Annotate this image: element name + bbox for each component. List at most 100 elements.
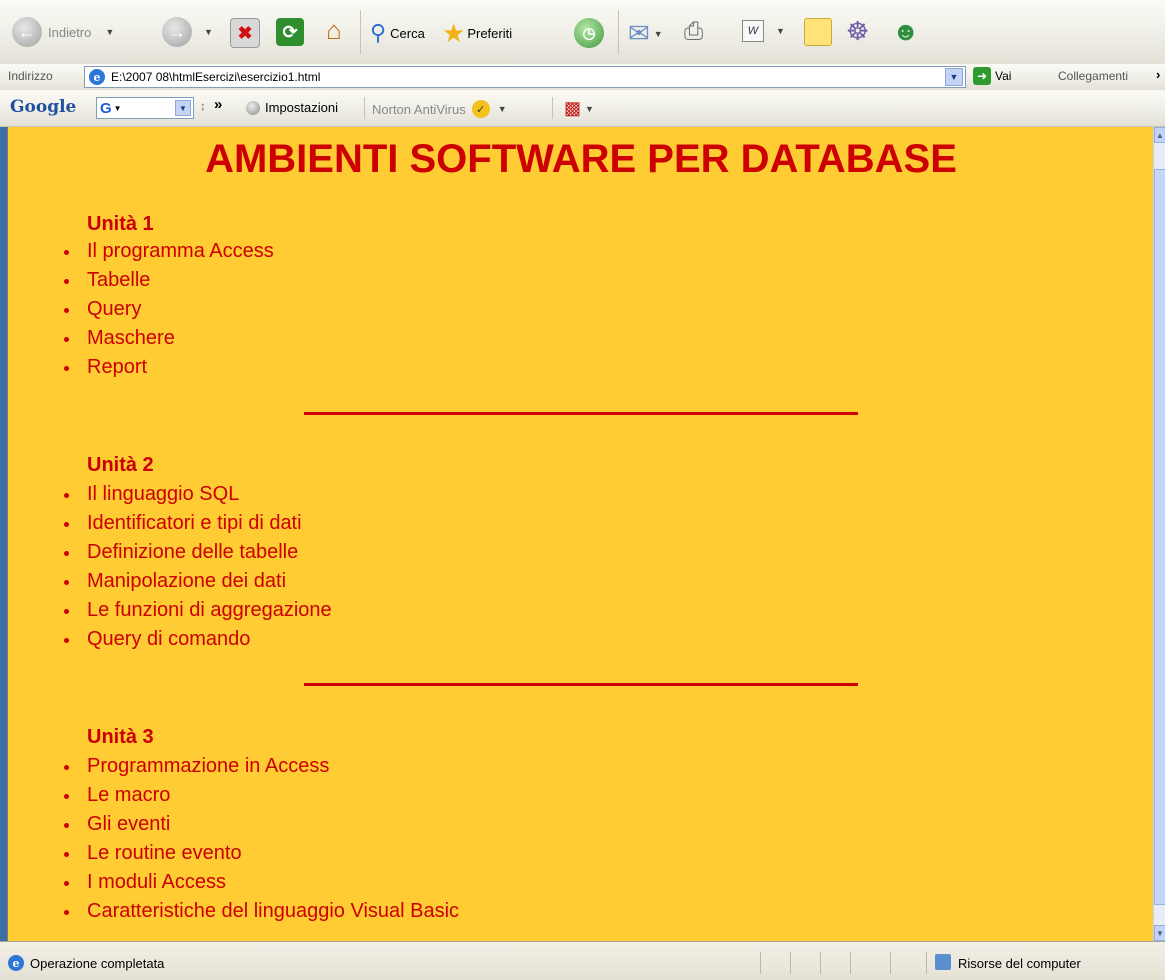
- vertical-scrollbar[interactable]: ▲ ▼: [1153, 127, 1165, 941]
- pdf-icon: ▩: [564, 98, 582, 118]
- horizontal-rule: [304, 683, 858, 686]
- mail-dropdown-icon[interactable]: ▼: [654, 29, 663, 39]
- status-bar: e Operazione completata Risorse del comp…: [0, 941, 1165, 980]
- address-toolbar: Indirizzo e E:\2007 08\htmlEsercizi\eser…: [0, 64, 1165, 91]
- list-item: I moduli Access: [64, 868, 459, 897]
- list-item: Tabelle: [64, 266, 274, 295]
- back-label: Indietro: [48, 24, 92, 40]
- search-icon: ⚲: [370, 20, 387, 45]
- stop-button[interactable]: ✖: [230, 18, 260, 48]
- list-item: Programmazione in Access: [64, 752, 459, 781]
- status-divider: [890, 952, 891, 974]
- search-button[interactable]: ⚲ Cerca: [370, 20, 425, 46]
- home-icon: ⌂: [326, 14, 342, 45]
- back-button[interactable]: ← Indietro ▼: [12, 17, 114, 47]
- list-item: Definizione delle tabelle: [64, 538, 332, 567]
- refresh-button[interactable]: ⟳: [276, 18, 304, 46]
- go-label: Vai: [995, 69, 1012, 83]
- stop-icon: ✖: [230, 18, 260, 48]
- address-dropdown-icon[interactable]: ▼: [945, 68, 963, 86]
- toolbar-separator: [618, 10, 619, 54]
- google-menu-caret-icon[interactable]: ▼: [114, 104, 122, 113]
- refresh-icon: ⟳: [276, 18, 304, 46]
- list-item: Query: [64, 295, 274, 324]
- back-dropdown-icon[interactable]: ▼: [105, 27, 114, 37]
- research-button[interactable]: ☸: [846, 16, 869, 47]
- print-button[interactable]: ⎙: [684, 18, 703, 46]
- horizontal-rule: [304, 412, 858, 415]
- google-logo[interactable]: Google: [10, 97, 76, 117]
- norton-label: Norton AntiVirus: [372, 101, 466, 117]
- unit-2-list: Il linguaggio SQL Identificatori e tipi …: [64, 480, 332, 654]
- more-chevron-icon[interactable]: ›: [1156, 67, 1160, 82]
- scroll-down-icon[interactable]: ▼: [1154, 925, 1165, 941]
- scroll-up-icon[interactable]: ▲: [1154, 127, 1165, 143]
- scroll-thumb[interactable]: [1154, 169, 1165, 905]
- list-item: Caratteristiche del linguaggio Visual Ba…: [64, 897, 459, 926]
- status-divider: [760, 952, 761, 974]
- list-item: Gli eventi: [64, 810, 459, 839]
- mail-button[interactable]: ✉ ▼: [628, 18, 663, 49]
- forward-dropdown-icon[interactable]: ▼: [204, 27, 213, 37]
- unit-1-title: Unità 1: [87, 213, 154, 235]
- toolbar-separator: [360, 10, 361, 54]
- settings-label: Impostazioni: [265, 100, 338, 115]
- go-arrow-icon: ➜: [973, 67, 991, 85]
- standard-toolbar: ← Indietro ▼ → ▼ ✖ ⟳ ⌂ ⚲ Cerca ★ Preferi…: [0, 0, 1165, 65]
- more-chevron-icon[interactable]: »: [214, 96, 222, 113]
- settings-button[interactable]: Impostazioni: [246, 100, 338, 115]
- list-item: Il programma Access: [64, 237, 274, 266]
- zone-text: Risorse del computer: [958, 956, 1081, 971]
- print-icon: ⎙: [684, 18, 704, 45]
- list-item: Il linguaggio SQL: [64, 480, 332, 509]
- back-arrow-icon: ←: [12, 17, 42, 47]
- address-url: E:\2007 08\htmlEsercizi\esercizio1.html: [111, 70, 321, 84]
- page-title: AMBIENTI SOFTWARE PER DATABASE: [205, 137, 957, 181]
- mail-icon: ✉: [628, 18, 650, 48]
- favorites-button[interactable]: ★ Preferiti: [442, 18, 512, 49]
- google-dropdown-icon[interactable]: ▼: [175, 100, 191, 116]
- page-icon: e: [89, 69, 105, 85]
- google-g-icon: G: [100, 99, 112, 117]
- list-item: Le funzioni di aggregazione: [64, 596, 332, 625]
- pdf-button[interactable]: ▩ ▼: [564, 98, 594, 119]
- research-icon: ☸: [846, 16, 870, 46]
- unit-3-list: Programmazione in Access Le macro Gli ev…: [64, 752, 459, 926]
- norton-dropdown-icon[interactable]: ▼: [498, 104, 507, 114]
- status-text: Operazione completata: [30, 956, 165, 971]
- norton-shield-icon: ✓: [471, 100, 490, 118]
- list-item: Identificatori e tipi di dati: [64, 509, 332, 538]
- status-divider: [790, 952, 791, 974]
- page-icon: e: [8, 955, 24, 971]
- favorites-label: Preferiti: [467, 26, 513, 41]
- list-item: Manipolazione dei dati: [64, 567, 332, 596]
- google-search-input[interactable]: G ▼ ▼: [96, 97, 194, 119]
- list-item: Query di comando: [64, 625, 332, 654]
- messenger-button[interactable]: ☻: [892, 16, 919, 47]
- forward-button[interactable]: → ▼: [162, 17, 213, 47]
- history-button[interactable]: ◷: [574, 18, 604, 48]
- norton-button[interactable]: Norton AntiVirus ✓ ▼: [372, 100, 507, 118]
- unit-2-title: Unità 2: [87, 454, 154, 476]
- unit-1-list: Il programma Access Tabelle Query Masche…: [64, 237, 274, 382]
- resize-grip-icon[interactable]: ↕: [200, 99, 206, 113]
- pdf-dropdown-icon[interactable]: ▼: [585, 104, 594, 114]
- edit-dropdown-icon[interactable]: ▼: [776, 26, 785, 36]
- status-divider: [926, 952, 927, 974]
- home-button[interactable]: ⌂: [320, 14, 348, 45]
- search-label: Cerca: [390, 25, 425, 41]
- toolbar-separator: [364, 97, 365, 119]
- messenger-icon: ☻: [892, 16, 920, 46]
- toolbar-separator: [552, 97, 553, 119]
- address-input[interactable]: e E:\2007 08\htmlEsercizi\esercizio1.htm…: [84, 66, 966, 88]
- links-button[interactable]: Collegamenti: [1058, 69, 1128, 83]
- go-button[interactable]: ➜ Vai: [973, 67, 1011, 85]
- unit-3-title: Unità 3: [87, 726, 154, 748]
- page-content: AMBIENTI SOFTWARE PER DATABASE Unità 1 I…: [7, 127, 1154, 941]
- address-label: Indirizzo: [8, 69, 53, 83]
- computer-icon: [935, 954, 951, 970]
- list-item: Report: [64, 353, 274, 382]
- discuss-button[interactable]: [804, 18, 832, 46]
- status-divider: [820, 952, 821, 974]
- edit-button[interactable]: W ▼: [742, 20, 785, 42]
